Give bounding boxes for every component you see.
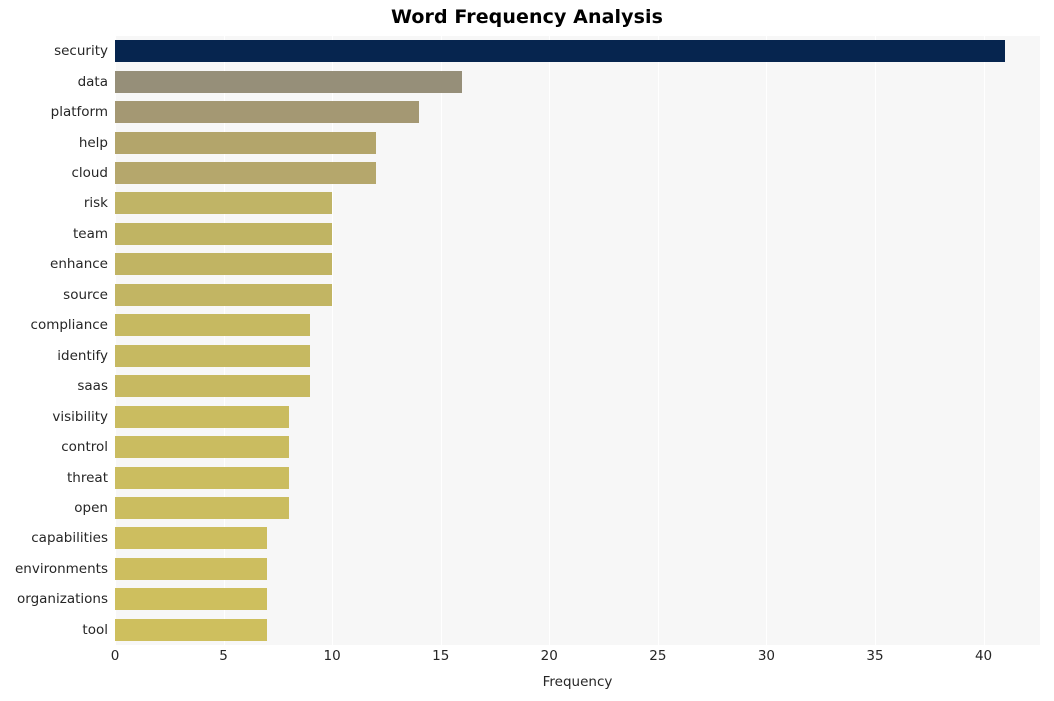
bar-source xyxy=(115,283,333,306)
x-tick-label-25: 25 xyxy=(649,648,667,664)
y-tick-label-source: source xyxy=(63,286,108,303)
y-tick-label-threat: threat xyxy=(67,469,108,486)
bar-help xyxy=(115,131,376,154)
bar-row xyxy=(115,162,1040,185)
bar-capabilities xyxy=(115,527,267,550)
y-tick-label-security: security xyxy=(54,43,108,60)
bar-tool xyxy=(115,618,267,641)
gridline-x-20 xyxy=(549,36,551,645)
bar-enhance xyxy=(115,253,333,276)
y-tick-label-tool: tool xyxy=(82,621,108,638)
chart-title: Word Frequency Analysis xyxy=(390,6,664,28)
y-tick-label-saas: saas xyxy=(77,378,108,395)
x-tick-label-35: 35 xyxy=(866,648,884,664)
y-tick-label-data: data xyxy=(77,73,108,90)
y-tick-label-enhance: enhance xyxy=(50,256,108,273)
plot-area xyxy=(115,36,1040,645)
x-tick-label-0: 0 xyxy=(110,648,120,664)
bar-team xyxy=(115,222,333,245)
gridline-x-0 xyxy=(115,36,116,645)
bar-row xyxy=(115,314,1040,337)
y-tick-label-team: team xyxy=(72,225,108,242)
gridline-x-30 xyxy=(766,36,768,645)
bar-row xyxy=(115,253,1040,276)
y-tick-label-identify: identify xyxy=(57,347,108,364)
bar-security xyxy=(115,40,1006,63)
bar-row xyxy=(115,101,1040,124)
y-tick-label-open: open xyxy=(74,499,108,516)
x-tick-label-40: 40 xyxy=(974,648,993,664)
bar-row xyxy=(115,70,1040,93)
y-tick-label-platform: platform xyxy=(50,104,108,121)
bar-organizations xyxy=(115,588,267,611)
bar-cloud xyxy=(115,162,376,185)
bar-saas xyxy=(115,375,311,398)
bar-control xyxy=(115,436,289,459)
bar-platform xyxy=(115,101,419,124)
y-tick-label-visibility: visibility xyxy=(52,408,108,425)
bar-row xyxy=(115,527,1040,550)
y-tick-label-control: control xyxy=(61,439,108,456)
bar-row xyxy=(115,405,1040,428)
bar-open xyxy=(115,496,289,519)
bar-row xyxy=(115,131,1040,154)
bar-row xyxy=(115,618,1040,641)
bar-threat xyxy=(115,466,289,489)
bar-row xyxy=(115,588,1040,611)
y-tick-label-capabilities: capabilities xyxy=(31,530,108,547)
x-axis-tick-labels: 0 5 10 15 20 25 30 35 40 xyxy=(0,648,1054,670)
bar-identify xyxy=(115,344,311,367)
bar-visibility xyxy=(115,405,289,428)
bar-row xyxy=(115,344,1040,367)
gridline-x-10 xyxy=(332,36,334,645)
gridline-x-5 xyxy=(223,36,225,645)
y-tick-label-risk: risk xyxy=(83,195,108,212)
x-tick-label-15: 15 xyxy=(432,648,450,664)
x-tick-label-20: 20 xyxy=(540,648,558,664)
gridline-x-15 xyxy=(440,36,442,645)
bar-row xyxy=(115,222,1040,245)
gridline-x-40 xyxy=(983,36,985,645)
bar-row xyxy=(115,40,1040,63)
y-tick-label-help: help xyxy=(78,134,108,151)
bar-row xyxy=(115,375,1040,398)
x-axis-label: Frequency xyxy=(542,674,613,690)
bar-row xyxy=(115,496,1040,519)
bar-row xyxy=(115,466,1040,489)
x-tick-label-5: 5 xyxy=(219,648,228,664)
gridline-x-25 xyxy=(657,36,659,645)
x-tick-label-10: 10 xyxy=(323,648,341,664)
y-tick-label-organizations: organizations xyxy=(17,591,108,608)
bar-row xyxy=(115,283,1040,306)
x-tick-label-30: 30 xyxy=(757,648,775,664)
word-frequency-chart-figure: Word Frequency Analysis security data plat… xyxy=(0,0,1054,701)
y-tick-label-environments: environments xyxy=(14,560,108,577)
bar-row xyxy=(115,557,1040,580)
bar-environments xyxy=(115,557,267,580)
bar-row xyxy=(115,436,1040,459)
y-tick-label-compliance: compliance xyxy=(30,317,108,334)
y-axis-tick-labels: security data platform help cloud risk team enh… xyxy=(0,36,108,645)
bar-row xyxy=(115,192,1040,215)
bar-risk xyxy=(115,192,333,215)
bar-compliance xyxy=(115,314,311,337)
bar-data xyxy=(115,70,463,93)
y-tick-label-cloud: cloud xyxy=(71,165,108,182)
gridline-x-35 xyxy=(874,36,876,645)
